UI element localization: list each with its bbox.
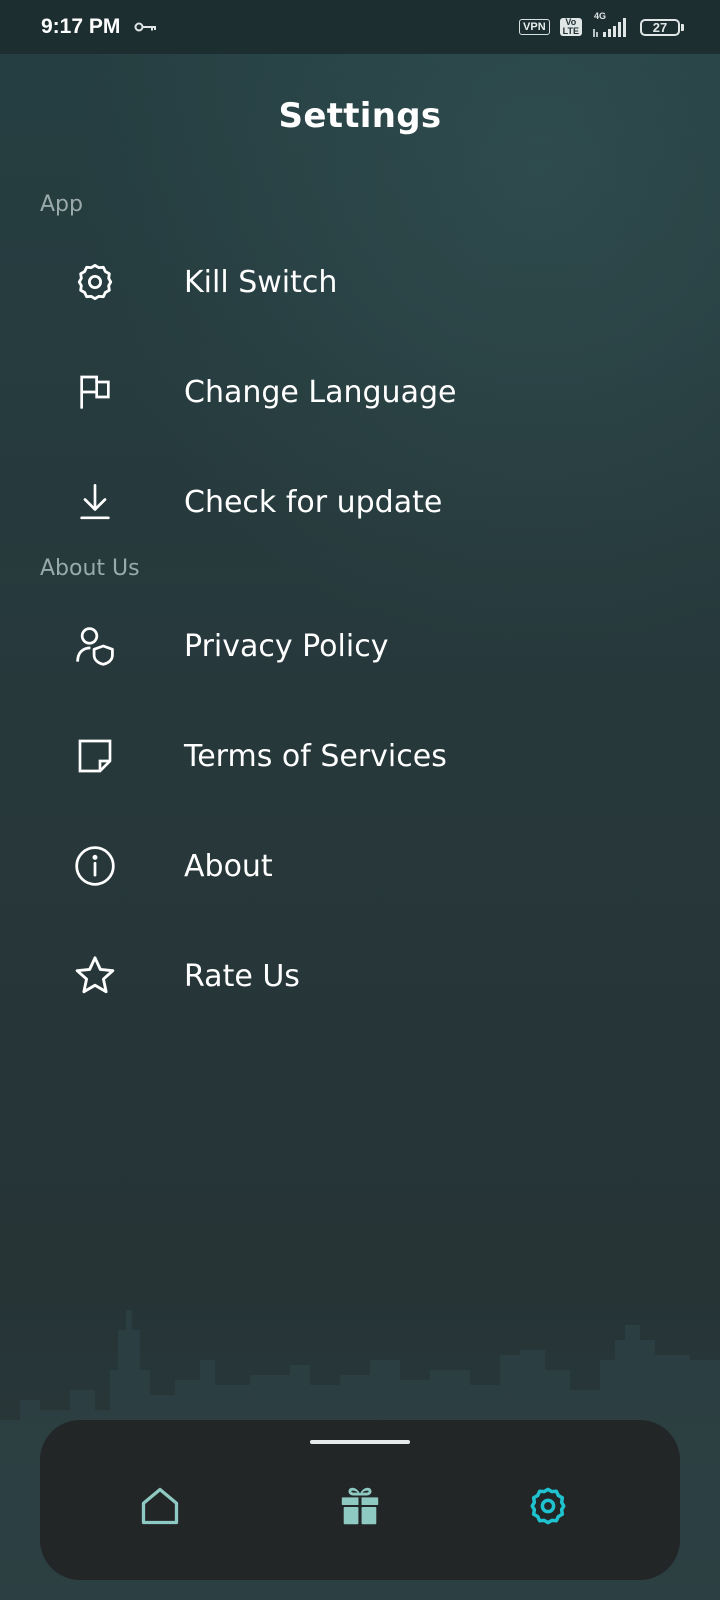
network-type: 4G	[594, 11, 607, 21]
menu-label-privacy-policy: Privacy Policy	[184, 628, 389, 664]
battery-icon: 27	[640, 18, 684, 36]
menu-item-check-update[interactable]: Check for update	[40, 452, 680, 552]
menu-item-about[interactable]: About	[40, 816, 680, 916]
status-time: 9:17 PM	[41, 15, 121, 38]
menu-label-terms-of-services: Terms of Services	[184, 738, 447, 774]
menu-item-terms-of-services[interactable]: Terms of Services	[40, 706, 680, 806]
battery-tip	[681, 23, 684, 31]
signal-icon: 4G	[592, 11, 630, 39]
info-icon	[40, 844, 150, 888]
menu-item-kill-switch[interactable]: Kill Switch	[40, 232, 680, 332]
battery-level: 27	[640, 18, 680, 36]
volte-badge: Vo LTE	[559, 18, 582, 36]
status-bar: 9:17 PM VPN Vo LTE 4G 27	[0, 0, 720, 54]
volte-bottom: LTE	[562, 26, 579, 36]
menu-label-rate-us: Rate Us	[184, 958, 300, 994]
page-title: Settings	[278, 96, 442, 136]
status-left: 9:17 PM	[41, 15, 158, 39]
status-right: VPN Vo LTE 4G 27	[519, 11, 684, 39]
gear-icon	[527, 1485, 569, 1531]
menu-label-check-update: Check for update	[184, 484, 443, 520]
menu-label-change-language: Change Language	[184, 374, 457, 410]
nav-settings-button[interactable]	[518, 1478, 578, 1538]
bottom-navigation	[40, 1420, 680, 1580]
section-label-about-us: About Us	[40, 556, 140, 581]
menu-item-privacy-policy[interactable]: Privacy Policy	[40, 596, 680, 696]
menu-item-change-language[interactable]: Change Language	[40, 342, 680, 442]
note-icon	[40, 736, 150, 776]
gear-icon	[40, 261, 150, 303]
menu-item-rate-us[interactable]: Rate Us	[40, 926, 680, 1026]
key-icon	[134, 18, 158, 37]
gift-icon	[337, 1483, 383, 1533]
star-icon	[40, 953, 150, 999]
menu-label-about: About	[184, 848, 273, 884]
nav-gift-button[interactable]	[330, 1478, 390, 1538]
nav-home-button[interactable]	[130, 1478, 190, 1538]
section-label-app: App	[40, 192, 83, 217]
download-icon	[40, 482, 150, 522]
flag-icon	[40, 372, 150, 412]
vpn-badge: VPN	[519, 19, 550, 35]
menu-label-kill-switch: Kill Switch	[184, 264, 338, 300]
home-icon	[138, 1484, 182, 1532]
user-shield-icon	[40, 624, 150, 668]
drag-handle[interactable]	[310, 1440, 410, 1444]
